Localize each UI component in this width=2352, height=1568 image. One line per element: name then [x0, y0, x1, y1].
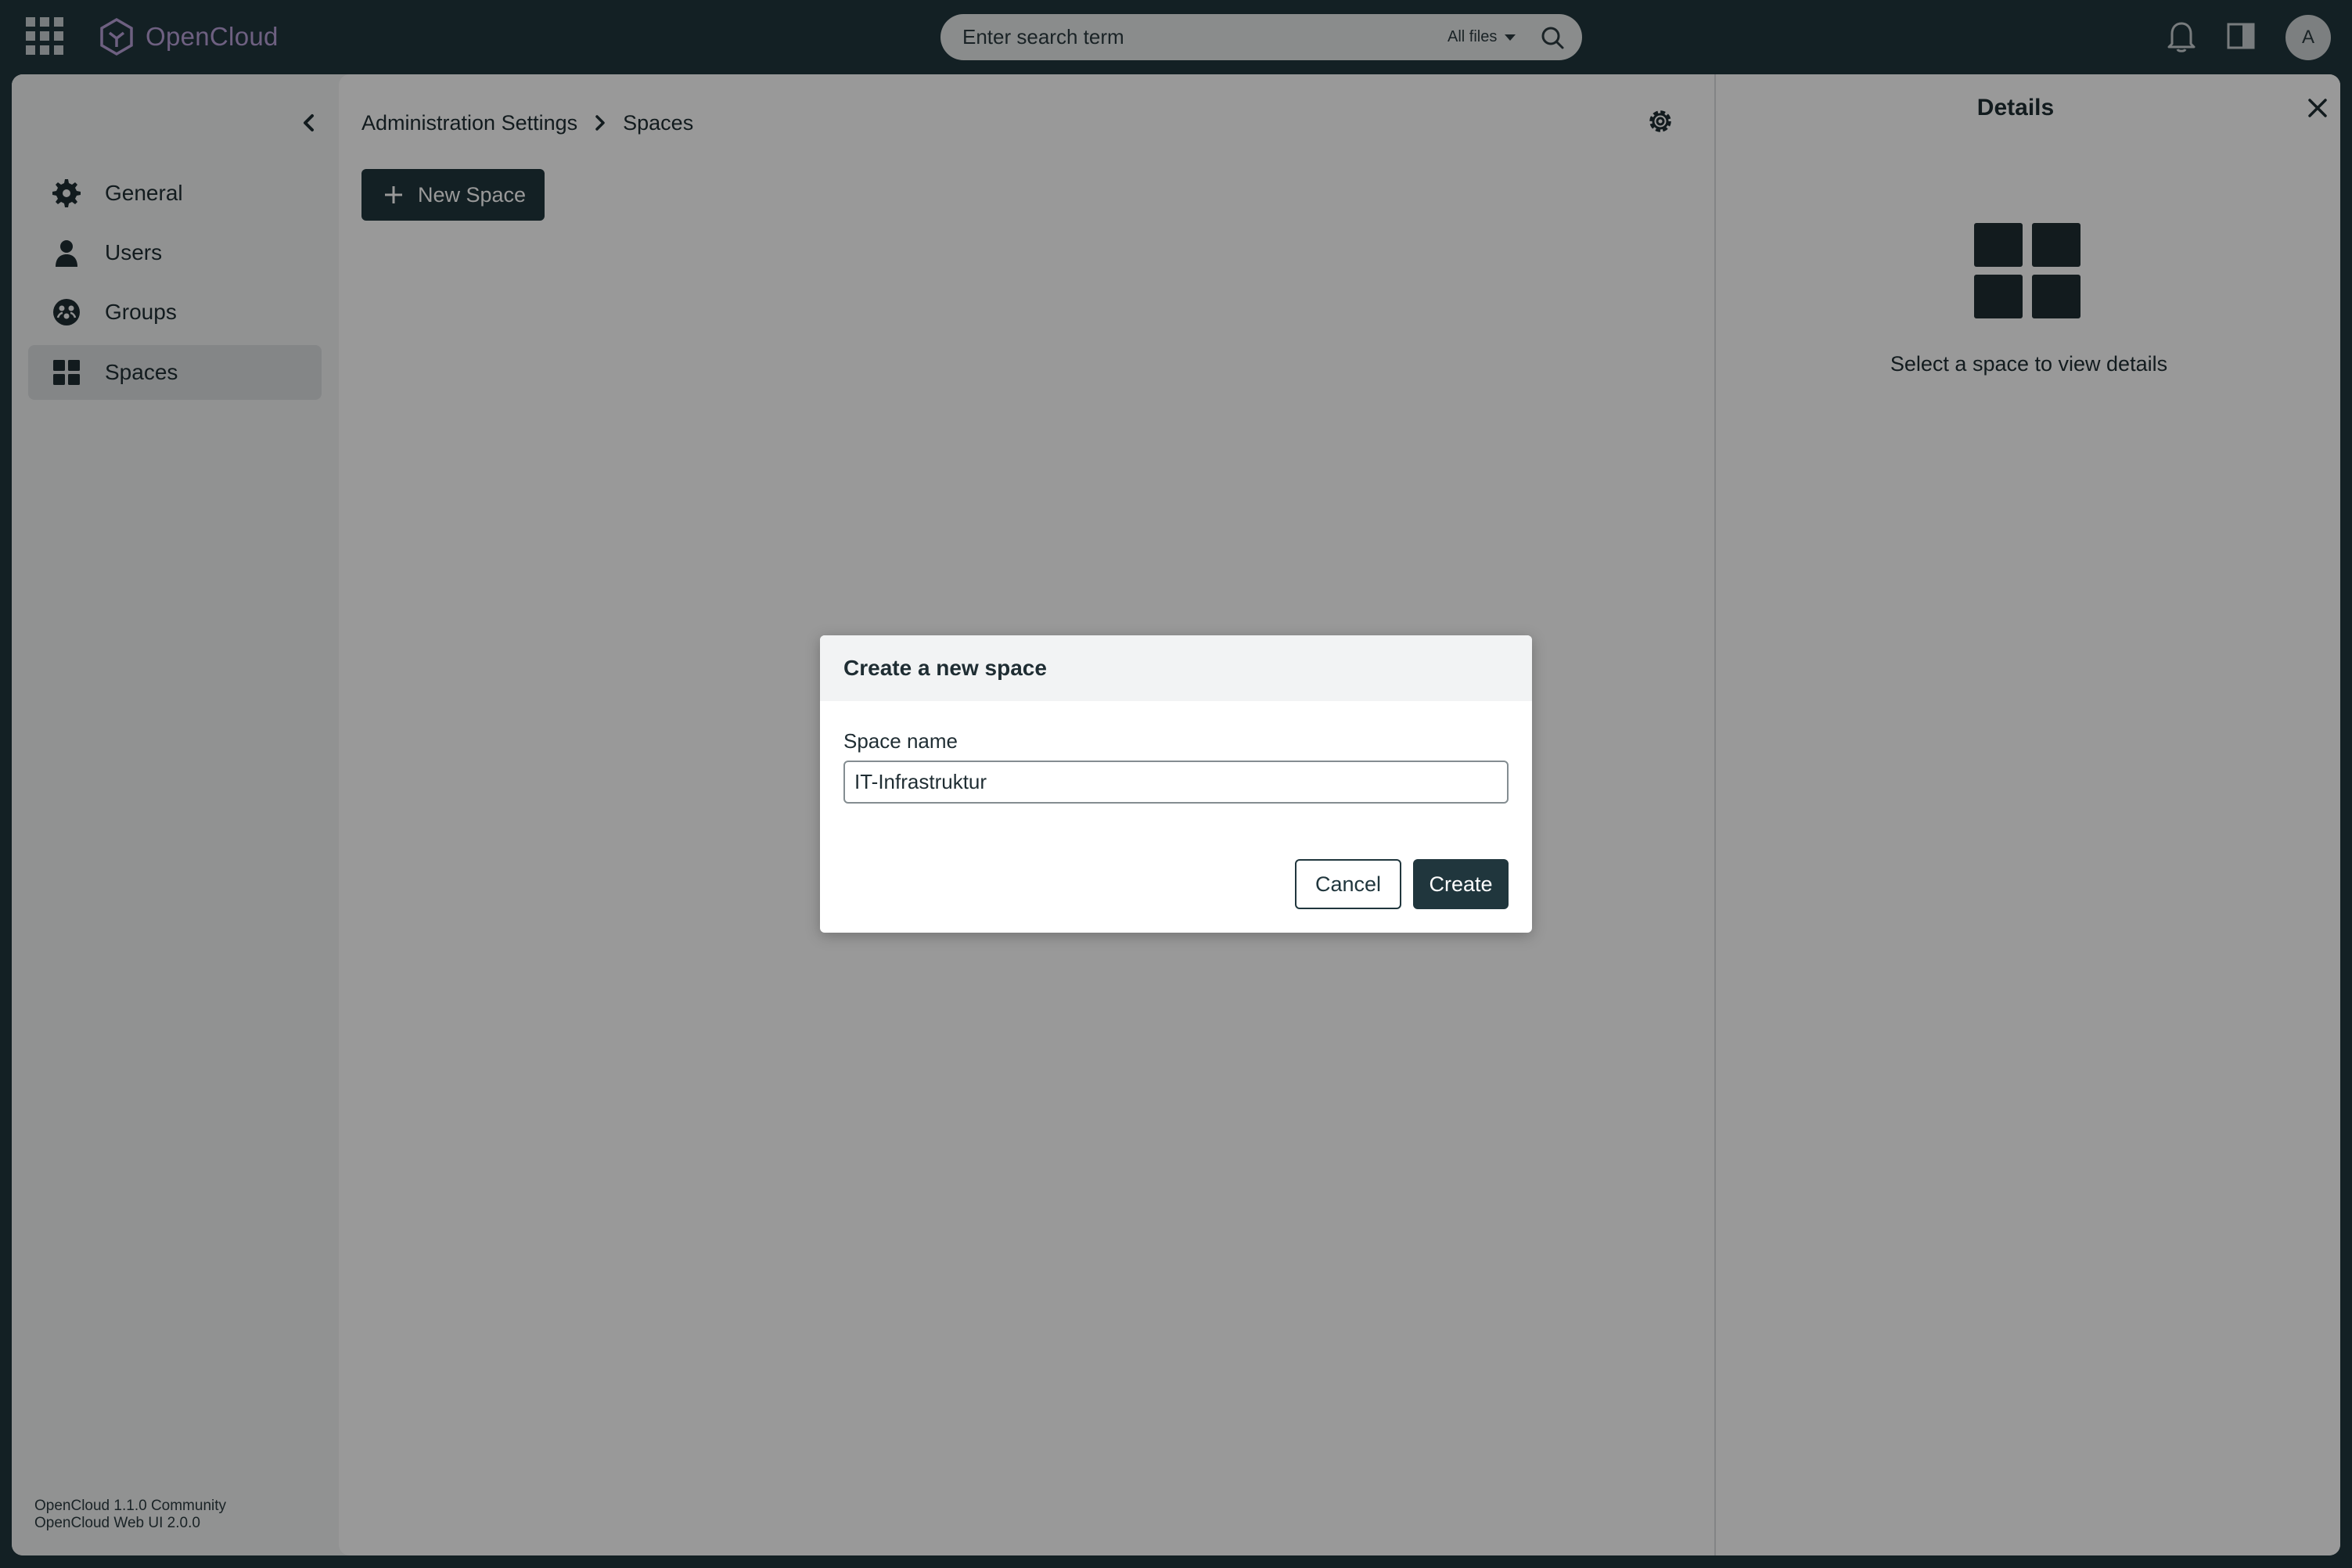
- create-button[interactable]: Create: [1413, 859, 1509, 909]
- space-name-label: Space name: [843, 729, 958, 753]
- dialog-title: Create a new space: [843, 656, 1047, 680]
- dialog-header: Create a new space: [820, 635, 1532, 701]
- space-name-input[interactable]: [843, 761, 1509, 804]
- create-space-dialog: Create a new space Space name Cancel Cre…: [820, 635, 1532, 933]
- cancel-button[interactable]: Cancel: [1295, 859, 1401, 909]
